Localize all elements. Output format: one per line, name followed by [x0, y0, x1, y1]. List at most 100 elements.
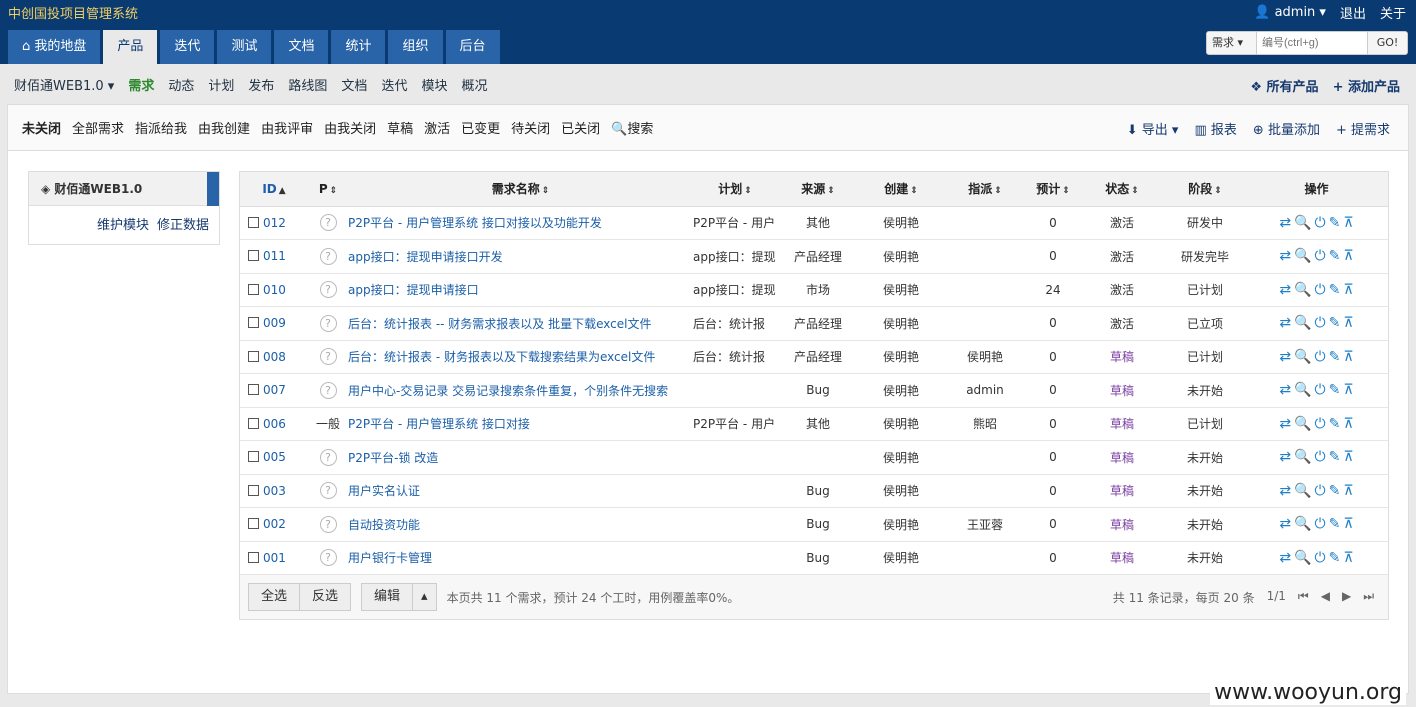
close-power-icon[interactable]: ⏻	[1315, 215, 1326, 231]
sitemap-icon[interactable]: ⊼	[1343, 449, 1353, 465]
col-status[interactable]: 状态 ⇕	[1079, 172, 1165, 207]
sitemap-icon[interactable]: ⊼	[1343, 349, 1353, 365]
review-search-icon[interactable]: 🔍	[1294, 215, 1311, 231]
change-icon[interactable]: ⇄	[1279, 215, 1291, 231]
change-icon[interactable]: ⇄	[1279, 349, 1291, 365]
row-checkbox[interactable]	[248, 283, 259, 295]
close-power-icon[interactable]: ⏻	[1315, 516, 1326, 532]
about-link[interactable]: 关于	[1380, 3, 1406, 22]
table-row[interactable]: 005? P2P平台-锁 改造 侯明艳 0 草稿 未开始 ⇄ 🔍 ⏻ ✎ ⊼	[240, 440, 1388, 475]
tab-test[interactable]: 测试	[217, 30, 272, 64]
batch-add-button[interactable]: ⊕ 批量添加	[1253, 119, 1320, 138]
sitemap-icon[interactable]: ⊼	[1343, 315, 1353, 331]
batch-menu-toggle[interactable]: ▴	[413, 583, 437, 611]
edit-pencil-icon[interactable]: ✎	[1329, 282, 1341, 298]
collapse-toggle[interactable]	[207, 172, 219, 206]
export-button[interactable]: ⬇ 导出 ▾	[1127, 119, 1179, 138]
filter-all[interactable]: 全部需求	[72, 118, 124, 137]
col-assign[interactable]: 指派 ⇕	[943, 172, 1027, 207]
sitemap-icon[interactable]: ⊼	[1343, 483, 1353, 499]
edit-pencil-icon[interactable]: ✎	[1329, 215, 1341, 231]
review-search-icon[interactable]: 🔍	[1294, 248, 1311, 264]
table-row[interactable]: 002? 自动投资功能 Bug 侯明艳 王亚蓉 0 草稿 未开始 ⇄ 🔍 ⏻ ✎ ⊼	[240, 507, 1388, 542]
row-checkbox[interactable]	[248, 518, 259, 530]
sitemap-icon[interactable]: ⊼	[1343, 215, 1353, 231]
close-power-icon[interactable]: ⏻	[1315, 248, 1326, 264]
story-id[interactable]: 002	[240, 507, 308, 542]
select-all-button[interactable]: 全选	[248, 583, 301, 611]
filter-assigned[interactable]: 指派给我	[135, 118, 187, 137]
next-page-icon[interactable]: ▶	[1342, 589, 1351, 606]
close-power-icon[interactable]: ⏻	[1315, 349, 1326, 365]
edit-pencil-icon[interactable]: ✎	[1329, 449, 1341, 465]
story-id[interactable]: 012	[240, 206, 308, 240]
row-checkbox[interactable]	[248, 484, 259, 496]
close-power-icon[interactable]: ⏻	[1315, 550, 1326, 566]
story-name-link[interactable]: P2P平台 - 用户管理系统 接口对接以及功能开发	[348, 206, 693, 240]
review-search-icon[interactable]: 🔍	[1294, 416, 1311, 432]
filter-draft[interactable]: 草稿	[387, 118, 413, 137]
subnav-overview[interactable]: 概况	[461, 75, 487, 94]
sitemap-icon[interactable]: ⊼	[1343, 282, 1353, 298]
subnav-dynamic[interactable]: 动态	[168, 75, 194, 94]
sitemap-icon[interactable]: ⊼	[1343, 248, 1353, 264]
subnav-story[interactable]: 需求	[128, 75, 154, 94]
story-name-link[interactable]: P2P平台-锁 改造	[348, 440, 693, 475]
change-icon[interactable]: ⇄	[1279, 516, 1291, 532]
review-search-icon[interactable]: 🔍	[1294, 483, 1311, 499]
change-icon[interactable]: ⇄	[1279, 315, 1291, 331]
subnav-doc[interactable]: 文档	[341, 75, 367, 94]
col-id[interactable]: ID ▲	[240, 172, 308, 207]
story-id[interactable]: 011	[240, 239, 308, 274]
table-row[interactable]: 012? P2P平台 - 用户管理系统 接口对接以及功能开发 P2P平台 - 用户其…	[240, 206, 1388, 240]
search-type-select[interactable]: 需求 ▾	[1207, 32, 1257, 54]
filter-search[interactable]: 🔍搜索	[611, 118, 653, 137]
col-priority[interactable]: P ⇕	[308, 172, 348, 207]
edit-pencil-icon[interactable]: ✎	[1329, 416, 1341, 432]
story-name-link[interactable]: P2P平台 - 用户管理系统 接口对接	[348, 407, 693, 441]
col-plan[interactable]: 计划 ⇕	[693, 172, 777, 207]
close-power-icon[interactable]: ⏻	[1315, 449, 1326, 465]
filter-closed[interactable]: 已关闭	[561, 118, 600, 137]
col-estimate[interactable]: 预计 ⇕	[1027, 172, 1079, 207]
row-checkbox[interactable]	[248, 350, 259, 362]
sitemap-icon[interactable]: ⊼	[1343, 516, 1353, 532]
sitemap-icon[interactable]: ⊼	[1343, 382, 1353, 398]
table-row[interactable]: 008? 后台：统计报表 - 财务报表以及下载搜索结果为excel文件 后台：统计报…	[240, 340, 1388, 374]
review-search-icon[interactable]: 🔍	[1294, 550, 1311, 566]
row-checkbox[interactable]	[248, 551, 259, 563]
close-power-icon[interactable]: ⏻	[1315, 416, 1326, 432]
close-power-icon[interactable]: ⏻	[1315, 382, 1326, 398]
table-row[interactable]: 006 一般 P2P平台 - 用户管理系统 接口对接 P2P平台 - 用户 其他 侯明艳熊…	[240, 407, 1388, 441]
tab-admin[interactable]: 后台	[445, 30, 500, 64]
subnav-iteration[interactable]: 迭代	[381, 75, 407, 94]
row-checkbox[interactable]	[248, 384, 259, 396]
story-name-link[interactable]: 后台：统计报表 - 财务报表以及下载搜索结果为excel文件	[348, 340, 693, 374]
invert-select-button[interactable]: 反选	[300, 583, 352, 611]
row-checkbox[interactable]	[248, 317, 259, 329]
col-creator[interactable]: 创建 ⇕	[859, 172, 943, 207]
table-row[interactable]: 010? app接口：提现申请接口 app接口：提现 市场 侯明艳 24 激活 已计划 ⇄ 🔍 ⏻ ✎…	[240, 273, 1388, 307]
story-name-link[interactable]: 用户银行卡管理	[348, 541, 693, 575]
edit-pencil-icon[interactable]: ✎	[1329, 349, 1341, 365]
logout-link[interactable]: 退出	[1340, 3, 1366, 22]
story-id[interactable]: 008	[240, 340, 308, 374]
change-icon[interactable]: ⇄	[1279, 382, 1291, 398]
search-input[interactable]	[1257, 32, 1367, 54]
story-name-link[interactable]: app接口：提现申请接口开发	[348, 239, 693, 274]
change-icon[interactable]: ⇄	[1279, 282, 1291, 298]
story-id[interactable]: 007	[240, 373, 308, 408]
subnav-plan[interactable]: 计划	[208, 75, 234, 94]
story-name-link[interactable]: app接口：提现申请接口	[348, 273, 693, 307]
close-power-icon[interactable]: ⏻	[1315, 315, 1326, 331]
change-icon[interactable]: ⇄	[1279, 449, 1291, 465]
table-row[interactable]: 011? app接口：提现申请接口开发 app接口：提现 产品经理 侯明艳 0 激活 研发完毕…	[240, 239, 1388, 274]
first-page-icon[interactable]: ⏮	[1298, 589, 1309, 606]
review-search-icon[interactable]: 🔍	[1294, 382, 1311, 398]
change-icon[interactable]: ⇄	[1279, 483, 1291, 499]
close-power-icon[interactable]: ⏻	[1315, 483, 1326, 499]
story-id[interactable]: 009	[240, 306, 308, 341]
story-name-link[interactable]: 用户中心-交易记录 交易记录搜索条件重复，个别条件无搜索	[348, 373, 693, 408]
change-icon[interactable]: ⇄	[1279, 550, 1291, 566]
review-search-icon[interactable]: 🔍	[1294, 516, 1311, 532]
